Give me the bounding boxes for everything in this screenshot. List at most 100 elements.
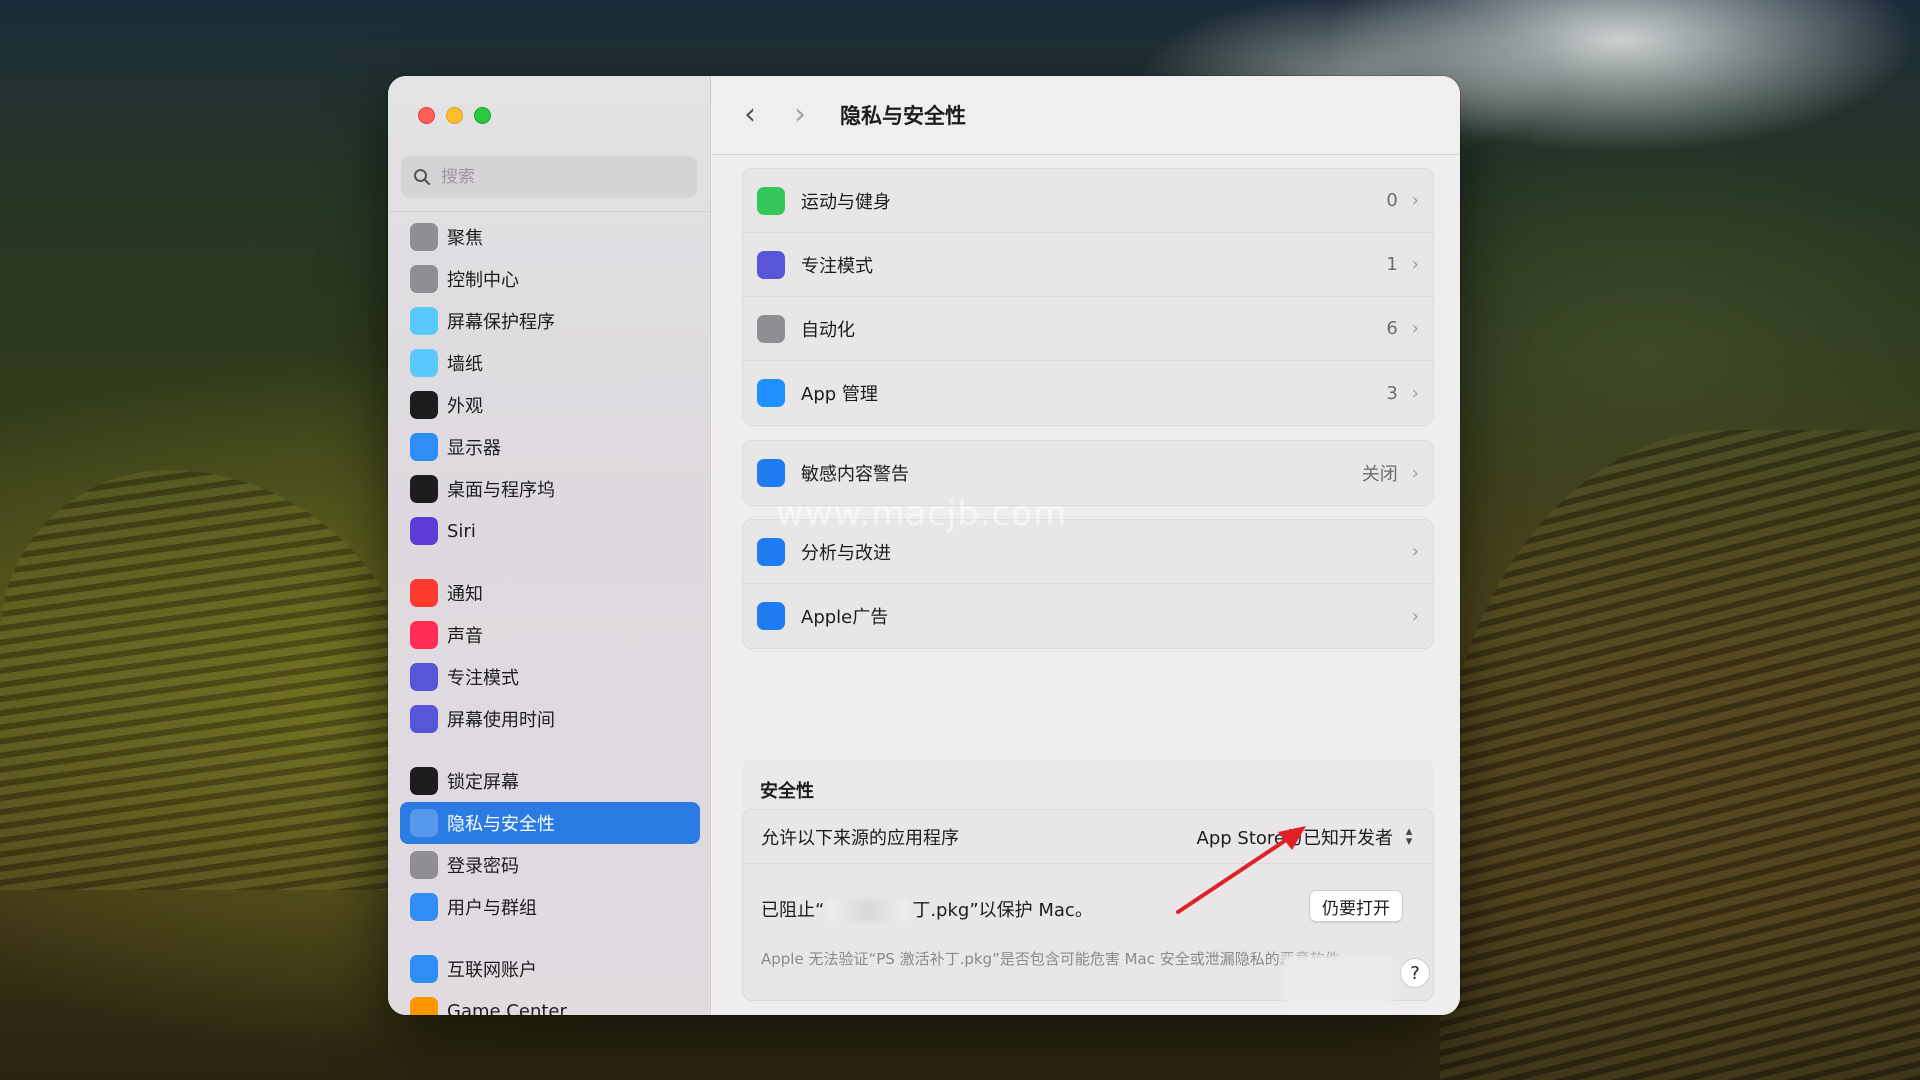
- help-button[interactable]: ?: [1400, 958, 1430, 988]
- sidebar-item[interactable]: 用户与群组: [400, 886, 700, 928]
- close-button[interactable]: [418, 107, 435, 124]
- dock-icon: [410, 475, 438, 503]
- privacy-permissions-card: 运动与健身 0 › 专注模式 1 › 自动化 6 › App 管理 3 ›: [742, 168, 1434, 426]
- row-value: 关闭: [1361, 464, 1398, 485]
- blocked-prefix: 已阻止“: [761, 900, 825, 921]
- sidebar-item-label: Game Center: [447, 1000, 567, 1016]
- sidebar-item-label: 互联网账户: [447, 960, 537, 981]
- sidebar-item-label: Siri: [447, 520, 476, 542]
- sidebar-item[interactable]: Game Center: [400, 990, 700, 1015]
- minimize-button[interactable]: [446, 107, 463, 124]
- content-pane: ‹ › 隐私与安全性 运动与健身 0 › 专注模式 1 › 自动化 6 › App 管理 3 › 敏感…: [712, 76, 1460, 1015]
- back-button[interactable]: ‹: [732, 100, 768, 130]
- system-settings-window: 聚焦控制中心屏幕保护程序墙纸外观显示器桌面与程序坞Siri通知声音专注模式屏幕使…: [388, 76, 1460, 1015]
- settings-row[interactable]: 运动与健身 0 ›: [743, 169, 1433, 233]
- vineyard-left: [0, 470, 420, 890]
- row-label: 敏感内容警告: [801, 464, 909, 485]
- sidebar-item[interactable]: 外观: [400, 384, 700, 426]
- appearance-icon: [410, 391, 438, 419]
- sun-icon: [410, 433, 438, 461]
- siri-icon: [410, 517, 438, 545]
- sidebar-item[interactable]: 登录密码: [400, 844, 700, 886]
- search-field[interactable]: [401, 156, 697, 198]
- blocked-message: 已阻止“ 丁.pkg”以保护 Mac。: [761, 896, 1093, 922]
- sidebar-item[interactable]: 专注模式: [400, 656, 700, 698]
- toolbar: ‹ › 隐私与安全性: [712, 76, 1460, 155]
- sidebar-item-label: 墙纸: [447, 354, 483, 375]
- chevron-right-icon: ›: [1411, 318, 1419, 339]
- bar-chart-icon: [757, 537, 785, 566]
- updown-chevron-icon: ▴ ▾: [1405, 823, 1413, 849]
- hand-icon: [410, 809, 438, 837]
- sidebar-item[interactable]: 屏幕保护程序: [400, 300, 700, 342]
- search-icon: [414, 169, 430, 185]
- settings-row[interactable]: 自动化 6 ›: [743, 297, 1433, 361]
- settings-row[interactable]: 专注模式 1 ›: [743, 233, 1433, 297]
- sidebar-item[interactable]: 桌面与程序坞: [400, 468, 700, 510]
- sidebar-item[interactable]: 显示器: [400, 426, 700, 468]
- sidebar-item[interactable]: 隐私与安全性: [400, 802, 700, 844]
- row-label: 运动与健身: [801, 191, 891, 213]
- settings-row[interactable]: 敏感内容警告 关闭 ›: [743, 441, 1433, 505]
- sidebar-item[interactable]: 通知: [400, 572, 700, 614]
- chevron-right-icon: ›: [1411, 254, 1419, 275]
- settings-row[interactable]: Apple广告 ›: [743, 584, 1433, 648]
- chevron-right-icon: ›: [1411, 605, 1419, 627]
- row-label: Apple广告: [801, 607, 889, 628]
- row-label: 分析与改进: [801, 542, 891, 564]
- gears-icon: [757, 314, 785, 343]
- allow-apps-label: 允许以下来源的应用程序: [761, 827, 959, 849]
- sidebar-item-label: 隐私与安全性: [447, 814, 555, 835]
- row-value: 3: [1386, 382, 1398, 404]
- magnifier-icon: [410, 223, 438, 251]
- zoom-button[interactable]: [474, 107, 491, 124]
- appstore-icon: [757, 379, 785, 407]
- switches-icon: [410, 265, 438, 293]
- row-label: 专注模式: [801, 255, 873, 277]
- allow-apps-value: App Store与已知开发者: [1196, 827, 1393, 849]
- sidebar-item[interactable]: 控制中心: [400, 258, 700, 300]
- hourglass-icon: [410, 705, 438, 733]
- sidebar-item-label: 桌面与程序坞: [447, 480, 555, 501]
- row-label: App 管理: [801, 384, 878, 405]
- sidebar-item-label: 聚焦: [447, 228, 483, 249]
- allow-apps-select[interactable]: App Store与已知开发者 ▴ ▾: [1197, 824, 1415, 850]
- sidebar-item[interactable]: 墙纸: [400, 342, 700, 384]
- flower-icon: [410, 349, 438, 377]
- sidebar-item-label: 控制中心: [447, 270, 519, 291]
- sidebar-item-label: 显示器: [447, 438, 501, 459]
- speaker-icon: [410, 621, 438, 649]
- redacted-filename: [828, 900, 909, 922]
- forward-button[interactable]: ›: [782, 100, 818, 130]
- fitness-icon: [757, 186, 785, 215]
- divider: [388, 211, 711, 212]
- sidebar-item-label: 声音: [447, 626, 483, 647]
- sidebar-item[interactable]: 互联网账户: [400, 948, 700, 990]
- bell-icon: [410, 579, 438, 607]
- lock-icon: [410, 767, 438, 795]
- chevron-right-icon: ›: [1411, 541, 1419, 562]
- settings-row[interactable]: 分析与改进 ›: [743, 520, 1433, 584]
- sidebar-item[interactable]: Siri: [400, 510, 700, 552]
- megaphone-icon: [757, 602, 785, 630]
- sidebar-item[interactable]: 声音: [400, 614, 700, 656]
- row-value: 1: [1386, 254, 1398, 275]
- page-title: 隐私与安全性: [840, 104, 966, 128]
- settings-row[interactable]: App 管理 3 ›: [743, 361, 1433, 425]
- sidebar-item-label: 登录密码: [447, 856, 519, 877]
- chevron-right-icon: ›: [1411, 190, 1419, 211]
- open-anyway-button[interactable]: 仍要打开: [1309, 890, 1403, 922]
- sidebar-item[interactable]: 屏幕使用时间: [400, 698, 700, 740]
- sidebar-item[interactable]: 锁定屏幕: [400, 760, 700, 802]
- eye-icon: [757, 459, 785, 487]
- search-input[interactable]: [441, 167, 671, 187]
- chevron-right-icon: ›: [1411, 462, 1419, 484]
- sidebar-item[interactable]: 聚焦: [400, 216, 700, 258]
- blocked-suffix: 丁.pkg”以保护 Mac。: [912, 900, 1093, 921]
- padlock-icon: [410, 851, 438, 879]
- sidebar: 聚焦控制中心屏幕保护程序墙纸外观显示器桌面与程序坞 Siri 通知声音专注模式屏幕使…: [388, 76, 711, 1015]
- moon-icon: [410, 663, 438, 691]
